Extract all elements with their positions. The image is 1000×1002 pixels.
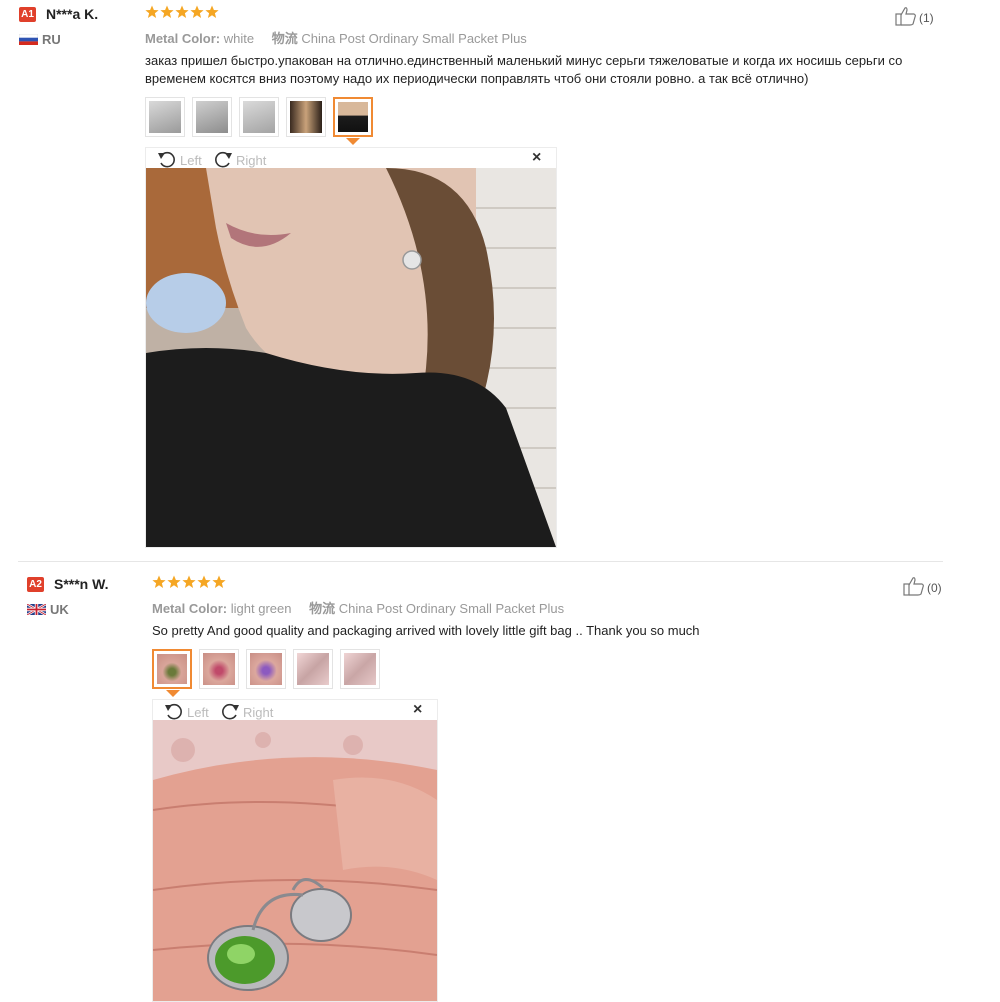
rating-stars [152,575,227,593]
helpful-count: (0) [927,581,942,595]
photo-thumbnail[interactable] [246,649,286,689]
attr-label: Metal Color: [152,601,228,616]
thumbnail-image [203,653,235,685]
photo-thumbnail-active[interactable] [152,649,192,689]
shipping-label: 物流 [271,31,298,46]
shipping-label: 物流 [309,601,336,616]
attr-label: Metal Color: [145,31,221,46]
rotate-right-label: Right [243,705,274,720]
russia-flag-icon [19,34,38,45]
active-thumbnail-pointer [346,138,360,145]
star-icon [182,575,196,588]
thumbnail-image [196,101,228,133]
photo-viewer-toolbar: Left Right × [146,148,556,168]
photo-thumbnail[interactable] [239,97,279,137]
photo-image [153,720,437,1001]
thumbs-up-icon [895,7,916,26]
photo-thumbnail[interactable] [192,97,232,137]
rotate-left-button[interactable]: Left [156,149,202,169]
photo-viewer: Left Right × [145,147,557,548]
user-name: S***n W. [54,576,109,592]
attr-value: light green [230,601,292,616]
rotate-left-button[interactable]: Left [163,701,209,721]
helpful-button[interactable]: (1) [895,6,934,26]
rotate-left-icon [165,703,182,720]
thumbnail-image [290,101,322,133]
photo-thumbnail[interactable] [293,649,333,689]
rotate-right-icon [215,151,232,168]
rating-stars [145,5,220,23]
shipping-value: China Post Ordinary Small Packet Plus [338,601,565,616]
photo-thumbnail[interactable] [145,97,185,137]
star-icon [175,5,189,18]
country-code: UK [50,602,69,617]
level-badge: A1 [19,7,36,22]
photo-thumbnails [152,649,392,693]
user-name: N***a K. [46,6,99,22]
star-icon [160,5,174,18]
thumbnail-image [250,653,282,685]
review-item: A2 S***n W. UK (0) Metal Color: light gr… [0,570,1000,1002]
photo-viewer: Left Right × [152,699,438,1002]
close-viewer-button[interactable]: × [532,149,541,167]
star-icon [152,575,166,588]
review-item: A1 N***a K. RU (1) Metal Color: white 物流… [0,0,1000,560]
review-photo [146,168,556,547]
rotate-right-label: Right [236,153,267,168]
rotate-right-button[interactable]: Right [212,149,266,169]
rotate-left-label: Left [180,153,202,168]
order-attributes: Metal Color: light green 物流 China Post O… [152,598,564,617]
star-icon [190,5,204,18]
thumbnail-image [338,102,368,132]
order-attributes: Metal Color: white 物流 China Post Ordinar… [145,28,527,47]
star-icon [197,575,211,588]
star-icon [167,575,181,588]
rotate-right-icon [222,703,239,720]
rotate-left-icon [158,151,175,168]
thumbnail-image [243,101,275,133]
star-icon [145,5,159,18]
country: UK [27,602,69,617]
review-text: So pretty And good quality and packaging… [152,623,700,638]
photo-thumbnail[interactable] [199,649,239,689]
photo-viewer-toolbar: Left Right × [153,700,437,720]
active-thumbnail-pointer [166,690,180,697]
rotate-left-label: Left [187,705,209,720]
review-divider [18,561,943,562]
photo-thumbnails [145,97,385,141]
close-viewer-button[interactable]: × [413,701,422,719]
photo-thumbnail-active[interactable] [333,97,373,137]
country-code: RU [42,32,61,47]
review-text: заказ пришел быстро.упакован на отлично.… [145,53,903,86]
attr-value: white [223,31,255,46]
star-icon [212,575,226,588]
thumbnail-image [157,654,187,684]
helpful-count: (1) [919,11,934,25]
uk-flag-icon [27,604,46,615]
thumbs-up-icon [903,577,924,596]
helpful-button[interactable]: (0) [903,576,942,596]
review-photo [153,720,437,1001]
photo-thumbnail[interactable] [340,649,380,689]
star-icon [205,5,219,18]
photo-thumbnail[interactable] [286,97,326,137]
country: RU [19,32,61,47]
thumbnail-image [149,101,181,133]
shipping-value: China Post Ordinary Small Packet Plus [301,31,527,46]
thumbnail-image [297,653,329,685]
thumbnail-image [344,653,376,685]
photo-image [146,168,556,547]
rotate-right-button[interactable]: Right [219,701,273,721]
level-badge: A2 [27,577,44,592]
